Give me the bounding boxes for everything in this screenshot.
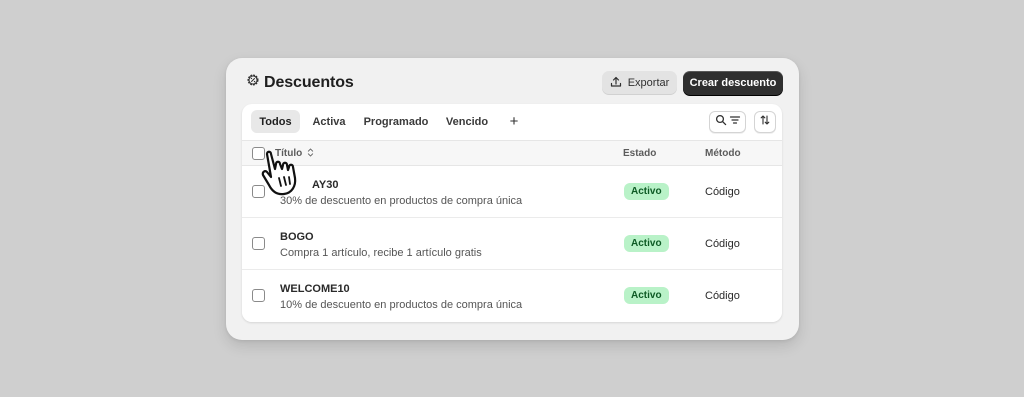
table-row[interactable]: WELCOME10 10% de descuento en productos …	[242, 270, 782, 322]
discount-code: WELCOME10	[280, 283, 350, 295]
title-group: Descuentos	[246, 73, 354, 92]
column-header-method: Método	[705, 148, 741, 159]
page-title: Descuentos	[264, 73, 354, 91]
discount-method: Código	[705, 186, 740, 198]
status-badge: Activo	[624, 183, 669, 200]
filter-tabs: Todos Activa Programado Vencido +	[242, 104, 782, 140]
discount-gear-icon	[246, 73, 260, 92]
tab-todos[interactable]: Todos	[251, 110, 300, 133]
hand-pointer-icon	[258, 148, 316, 200]
table-header: Título Estado Método	[242, 140, 782, 166]
discount-description: Compra 1 artículo, recibe 1 artículo gra…	[280, 247, 482, 259]
export-button-label: Exportar	[627, 77, 670, 89]
page-header: Descuentos Exportar Crear descuento	[226, 58, 799, 104]
tab-programado[interactable]: Programado	[360, 110, 432, 133]
search-filter-button[interactable]	[709, 111, 746, 133]
status-badge: Activo	[624, 235, 669, 252]
filter-icon	[729, 113, 741, 131]
discount-method: Código	[705, 290, 740, 302]
table-row[interactable]: BOGO Compra 1 artículo, recibe 1 artícul…	[242, 218, 782, 270]
export-button[interactable]: Exportar	[602, 71, 677, 95]
row-checkbox[interactable]	[252, 237, 265, 250]
column-header-status: Estado	[623, 148, 657, 159]
search-icon	[715, 113, 727, 131]
upload-icon	[610, 76, 622, 91]
discount-code: BOGO	[280, 231, 314, 243]
discount-method: Código	[705, 238, 740, 250]
sort-button[interactable]	[754, 111, 776, 133]
discounts-table-panel: Todos Activa Programado Vencido + Título…	[242, 104, 782, 322]
add-tab-button[interactable]: +	[503, 110, 525, 133]
discount-description: 10% de descuento en productos de compra …	[280, 299, 523, 311]
discount-description: 30% de descuento en productos de compra …	[280, 195, 523, 207]
create-discount-button[interactable]: Crear descuento	[683, 71, 783, 95]
tab-activa[interactable]: Activa	[308, 110, 350, 133]
tab-vencido[interactable]: Vencido	[441, 110, 493, 133]
sort-arrows-icon	[759, 113, 771, 131]
table-row[interactable]: AY30 30% de descuento en productos de co…	[242, 166, 782, 218]
row-checkbox[interactable]	[252, 289, 265, 302]
status-badge: Activo	[624, 287, 669, 304]
